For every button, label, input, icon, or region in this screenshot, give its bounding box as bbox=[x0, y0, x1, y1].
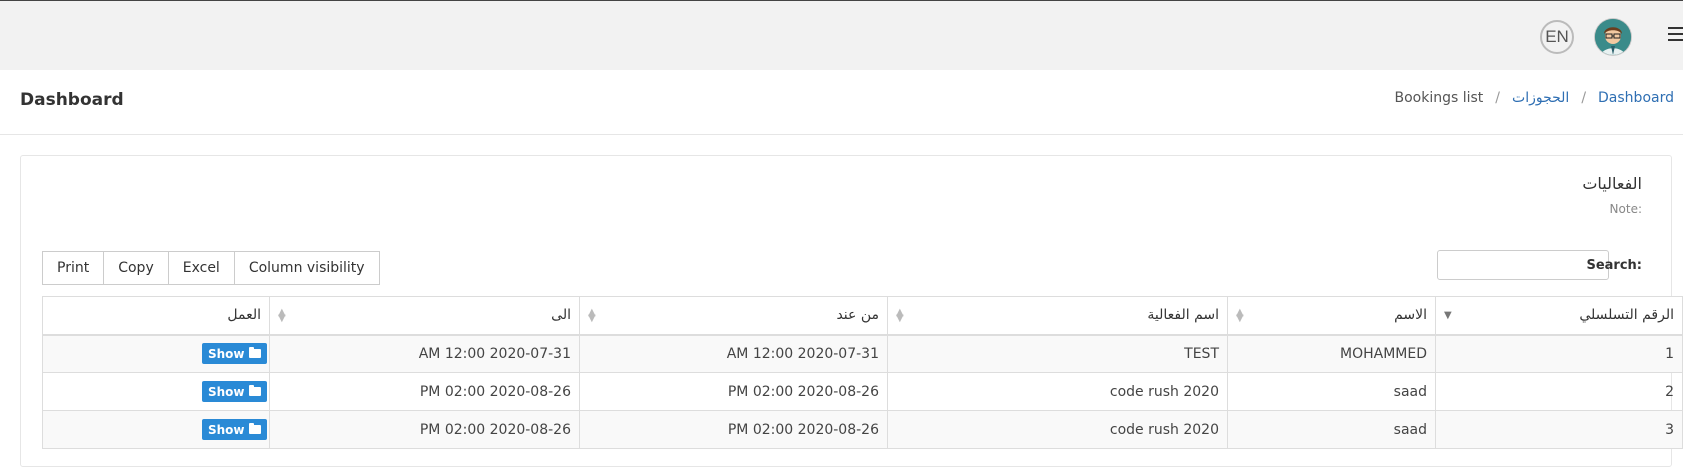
column-header-to[interactable]: الى ▲ ▼ bbox=[269, 296, 580, 336]
export-button-group: Print Copy Excel Column visibility bbox=[42, 251, 380, 285]
cell-serial: 2 bbox=[1435, 372, 1683, 411]
breadcrumb: Bookings list / الحجوزات / Dashboard bbox=[1394, 90, 1674, 106]
table-row: 3 saad code rush 2020 2020-08-26 02:00 P… bbox=[42, 410, 1683, 449]
folder-icon bbox=[248, 347, 261, 359]
events-panel: الفعاليات Note: Print Copy Excel Column … bbox=[20, 155, 1683, 467]
table-header-row: الرقم التسلسلي ▼ الاسم ▲ ▼ اسم الفعالية ▲ ▼ م… bbox=[42, 296, 1683, 336]
cell-event-name: TEST bbox=[887, 334, 1228, 373]
show-button[interactable]: Show bbox=[202, 419, 267, 440]
sort-icon: ▲ ▼ bbox=[1236, 307, 1244, 324]
breadcrumb-current: Bookings list bbox=[1394, 90, 1484, 106]
table-row: 1 MOHAMMED TEST 2020-07-31 12:00 AM 2020… bbox=[42, 334, 1683, 373]
search-input[interactable] bbox=[1437, 250, 1609, 280]
search-label: Search: bbox=[1586, 258, 1642, 273]
breadcrumb-bookings-link[interactable]: الحجوزات bbox=[1512, 90, 1569, 106]
panel-title: الفعاليات bbox=[1582, 174, 1642, 193]
avatar-image bbox=[1595, 19, 1631, 55]
cell-to: 2020-08-26 02:00 PM bbox=[269, 410, 580, 449]
cell-event-name: code rush 2020 bbox=[887, 372, 1228, 411]
cell-from: 2020-08-26 02:00 PM bbox=[579, 372, 888, 411]
cell-serial: 1 bbox=[1435, 334, 1683, 373]
cell-actions: Show ✎ 👁 bbox=[42, 334, 270, 373]
top-navbar: EN bbox=[0, 0, 1683, 70]
page-header: Dashboard Bookings list / الحجوزات / Das… bbox=[0, 70, 1683, 135]
print-button[interactable]: Print bbox=[42, 251, 105, 285]
cell-to: 2020-08-26 02:00 PM bbox=[269, 372, 580, 411]
breadcrumb-dashboard-link[interactable]: Dashboard bbox=[1598, 90, 1674, 106]
panel-note: Note: bbox=[1609, 202, 1642, 216]
table-row: 2 saad code rush 2020 2020-08-26 02:00 P… bbox=[42, 372, 1683, 411]
cell-actions: Show ✎ 👁 bbox=[42, 372, 270, 411]
language-toggle[interactable]: EN bbox=[1540, 20, 1574, 54]
cell-serial: 3 bbox=[1435, 410, 1683, 449]
sort-icon: ▲ ▼ bbox=[278, 307, 286, 324]
show-button[interactable]: Show bbox=[202, 381, 267, 402]
column-header-name[interactable]: الاسم ▲ ▼ bbox=[1227, 296, 1436, 336]
breadcrumb-separator: / bbox=[1581, 90, 1587, 106]
sort-icon: ▲ ▼ bbox=[896, 307, 904, 324]
folder-icon bbox=[248, 423, 261, 434]
column-visibility-button[interactable]: Column visibility bbox=[233, 251, 380, 285]
bookings-table: الرقم التسلسلي ▼ الاسم ▲ ▼ اسم الفعالية ▲ ▼ م… bbox=[42, 296, 1683, 449]
cell-event-name: code rush 2020 bbox=[887, 410, 1228, 449]
excel-button[interactable]: Excel bbox=[167, 251, 235, 285]
cell-name: saad bbox=[1227, 372, 1436, 411]
cell-from: 2020-07-31 12:00 AM bbox=[579, 334, 888, 373]
sort-icon: ▲ ▼ bbox=[588, 307, 596, 324]
user-avatar[interactable] bbox=[1595, 19, 1631, 55]
cell-name: saad bbox=[1227, 410, 1436, 449]
sort-desc-icon: ▼ bbox=[1444, 310, 1452, 321]
cell-to: 2020-07-31 12:00 AM bbox=[269, 334, 580, 373]
breadcrumb-separator: / bbox=[1495, 90, 1501, 106]
column-header-serial[interactable]: الرقم التسلسلي ▼ bbox=[1435, 296, 1683, 336]
page-title: Dashboard bbox=[20, 90, 124, 110]
cell-name: MOHAMMED bbox=[1227, 334, 1436, 373]
show-button[interactable]: Show bbox=[202, 343, 267, 365]
column-header-event-name[interactable]: اسم الفعالية ▲ ▼ bbox=[887, 296, 1228, 336]
folder-icon bbox=[248, 385, 261, 396]
column-header-action[interactable]: العمل▲▼ bbox=[42, 296, 270, 336]
column-header-from[interactable]: من عند ▲ ▼ bbox=[579, 296, 888, 336]
hamburger-menu-icon[interactable] bbox=[1668, 27, 1683, 43]
cell-actions: Show ✎ 👁 bbox=[42, 410, 270, 449]
cell-from: 2020-08-26 02:00 PM bbox=[579, 410, 888, 449]
copy-button[interactable]: Copy bbox=[103, 251, 169, 285]
